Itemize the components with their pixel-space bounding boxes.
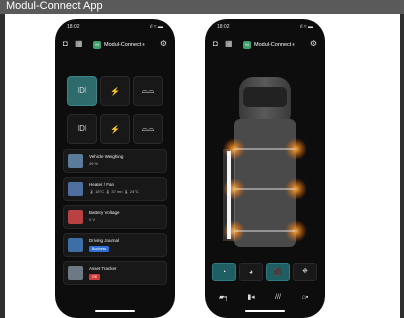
light-bar-icon: ⦚D⦚ xyxy=(77,124,87,133)
heater-fan-card[interactable]: Heater / Fan 🌡 18°C 🌡 37 mn 🌡 24°C xyxy=(63,177,167,201)
brand-name: Modul-Connect xyxy=(104,42,142,48)
drive-tile[interactable]: ⌓⌓ xyxy=(133,114,163,144)
vehicle-icon[interactable]: ◘ xyxy=(63,39,68,48)
frame-left xyxy=(0,14,5,318)
drill-icon: ▰╕ xyxy=(218,294,230,301)
signal-icon: ıl ≈ ▬ xyxy=(149,24,163,30)
mode-button[interactable]: ◕ xyxy=(239,263,263,281)
home-indicator[interactable] xyxy=(245,310,285,312)
card-value: 🌡 18°C 🌡 37 mn 🌡 24°C xyxy=(89,189,139,194)
light-mode-icon: ◔ xyxy=(221,268,227,276)
lighting-modes: ◔ ◕ ⬛ ⛖ xyxy=(210,263,320,283)
status-bar: 18:02 ıl ≈ ▬ xyxy=(65,24,165,32)
power-icon: ⚡ xyxy=(110,86,120,96)
phone-dashboard: 18:02 ıl ≈ ▬ ◘ ▦ M Modul-Connect ® ⚙ ⦚D⦚… xyxy=(55,19,175,318)
cab-light-icon: ⬛ xyxy=(273,269,283,276)
window-title-bar: Modul-Connect App xyxy=(0,0,404,14)
power-tile[interactable]: ⚡ xyxy=(100,76,130,106)
light-bar-tile[interactable]: ⦚D⦚ xyxy=(67,114,97,144)
frame-right xyxy=(400,14,404,318)
card-title: Driving Journal xyxy=(89,238,120,243)
tracker-icon xyxy=(68,266,83,280)
brand-logo: M xyxy=(93,41,101,49)
status-badge: Off xyxy=(89,274,100,280)
light-bar-icon: ⦚D⦚ xyxy=(77,86,87,95)
brand-tm: ® xyxy=(142,43,145,47)
mode-button[interactable]: ⛖ xyxy=(293,263,317,281)
brand: M Modul-Connect ® xyxy=(93,40,145,50)
card-value: 0 V xyxy=(89,217,96,222)
card-value: 49 % xyxy=(89,161,99,166)
home-indicator[interactable] xyxy=(95,310,135,312)
card-title: Heater / Fan xyxy=(89,182,115,187)
light-mode-icon: ◕ xyxy=(248,268,254,276)
battery-icon xyxy=(68,210,83,224)
battery-voltage-card[interactable]: Battery Voltage 0 V xyxy=(63,205,167,229)
charge-button[interactable]: ▮◂ xyxy=(239,289,263,305)
power-tile[interactable]: ⚡ xyxy=(100,114,130,144)
phone-lighting: 18:02 ıl ≈ ▬ ◘ ▦ M Modul-Connect ® ⚙ ◔ ◕… xyxy=(205,19,325,318)
camera-icon: ⌂▪ xyxy=(301,293,309,301)
camera-button[interactable]: ⌂▪ xyxy=(293,289,317,305)
driving-journal-card[interactable]: Driving Journal Business xyxy=(63,233,167,257)
status-time: 18:02 xyxy=(67,24,80,30)
mode-button[interactable]: ⬛ xyxy=(266,263,290,281)
charge-icon: ▮◂ xyxy=(247,294,255,301)
grid-icon[interactable]: ▦ xyxy=(75,39,83,48)
side-light-glow xyxy=(223,149,235,241)
gear-icon[interactable]: ⚙ xyxy=(160,39,167,48)
drive-icon: ⌓⌓ xyxy=(141,86,155,95)
drive-tile[interactable]: ⌓⌓ xyxy=(133,76,163,106)
drive-icon: ⌓⌓ xyxy=(141,124,155,133)
card-title: Vehicle Weighing xyxy=(89,154,124,159)
card-title: Battery Voltage xyxy=(89,210,120,215)
power-icon: ⚡ xyxy=(110,124,120,134)
vehicle-weighing-card[interactable]: Vehicle Weighing 49 % xyxy=(63,149,167,173)
van-windshield xyxy=(243,87,287,107)
app-header: ◘ ▦ M Modul-Connect ® ⚙ xyxy=(63,38,167,52)
asset-tracker-card[interactable]: Asset Tracker Off xyxy=(63,261,167,285)
fan-icon xyxy=(68,182,83,196)
journal-icon xyxy=(68,238,83,252)
card-title: Asset Tracker xyxy=(89,266,117,271)
window-title: Modul-Connect App xyxy=(6,0,103,12)
tool-bar: ▰╕ ▮◂ /// ⌂▪ xyxy=(210,289,320,305)
light-bar-tile[interactable]: ⦚D⦚ xyxy=(67,76,97,106)
heat-icon: /// xyxy=(275,293,281,301)
roof-light-icon: ⛖ xyxy=(302,268,308,275)
drill-button[interactable]: ▰╕ xyxy=(212,289,236,305)
heat-button[interactable]: /// xyxy=(266,289,290,305)
mode-button[interactable]: ◔ xyxy=(212,263,236,281)
status-badge: Business xyxy=(89,246,110,252)
vehicle-weighing-thumb xyxy=(68,154,83,168)
